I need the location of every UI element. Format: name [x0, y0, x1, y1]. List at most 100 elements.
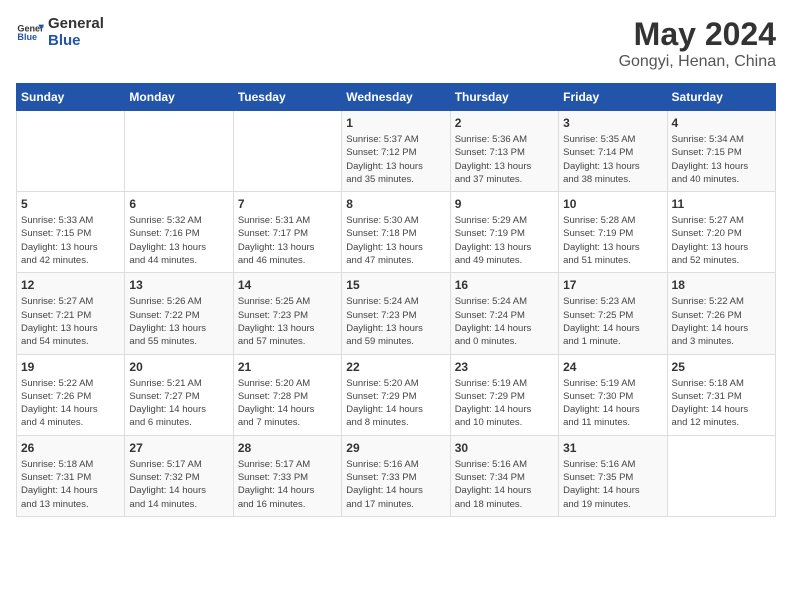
day-detail: Sunrise: 5:33 AMSunset: 7:15 PMDaylight:…: [21, 214, 120, 267]
day-cell: 4 Sunrise: 5:34 AMSunset: 7:15 PMDaylight…: [667, 111, 775, 192]
day-detail: Sunrise: 5:35 AMSunset: 7:14 PMDaylight:…: [563, 133, 662, 186]
logo-general-text: General: [48, 16, 104, 33]
day-detail: Sunrise: 5:37 AMSunset: 7:12 PMDaylight:…: [346, 133, 445, 186]
day-detail: Sunrise: 5:24 AMSunset: 7:24 PMDaylight:…: [455, 295, 554, 348]
day-number: 12: [21, 278, 120, 292]
day-number: 5: [21, 197, 120, 211]
day-cell: 29 Sunrise: 5:16 AMSunset: 7:33 PMDayligh…: [342, 435, 450, 516]
day-cell: 11Sunrise: 5:27 AMSunset: 7:20 PMDayligh…: [667, 192, 775, 273]
day-detail: Sunrise: 5:27 AMSunset: 7:21 PMDaylight:…: [21, 295, 120, 348]
day-number: 20: [129, 360, 228, 374]
day-detail: Sunrise: 5:17 AMSunset: 7:32 PMDaylight:…: [129, 458, 228, 511]
week-row-1: 1Sunrise: 5:37 AMSunset: 7:12 PMDaylight…: [17, 111, 776, 192]
day-detail: Sunrise: 5:19 AMSunset: 7:29 PMDaylight:…: [455, 377, 554, 430]
calendar-table: SundayMondayTuesdayWednesdayThursdayFrid…: [16, 83, 776, 517]
week-row-3: 12 Sunrise: 5:27 AMSunset: 7:21 PMDayligh…: [17, 273, 776, 354]
day-number: 15: [346, 278, 445, 292]
day-number: 13: [129, 278, 228, 292]
day-detail: Sunrise: 5:20 AMSunset: 7:29 PMDaylight:…: [346, 377, 445, 430]
calendar-header: SundayMondayTuesdayWednesdayThursdayFrid…: [17, 84, 776, 111]
day-number: 27: [129, 441, 228, 455]
day-cell: [17, 111, 125, 192]
day-number: 30: [455, 441, 554, 455]
day-detail: Sunrise: 5:36 AMSunset: 7:13 PMDaylight:…: [455, 133, 554, 186]
day-number: 7: [238, 197, 337, 211]
day-detail: Sunrise: 5:19 AMSunset: 7:30 PMDaylight:…: [563, 377, 662, 430]
day-detail: Sunrise: 5:34 AMSunset: 7:15 PMDaylight:…: [672, 133, 771, 186]
day-number: 8: [346, 197, 445, 211]
day-number: 28: [238, 441, 337, 455]
day-cell: 3 Sunrise: 5:35 AMSunset: 7:14 PMDaylight…: [559, 111, 667, 192]
day-cell: 16 Sunrise: 5:24 AMSunset: 7:24 PMDayligh…: [450, 273, 558, 354]
day-detail: Sunrise: 5:26 AMSunset: 7:22 PMDaylight:…: [129, 295, 228, 348]
day-cell: [233, 111, 341, 192]
day-number: 9: [455, 197, 554, 211]
day-cell: 25 Sunrise: 5:18 AMSunset: 7:31 PMDayligh…: [667, 354, 775, 435]
day-cell: [667, 435, 775, 516]
day-cell: 18Sunrise: 5:22 AMSunset: 7:26 PMDayligh…: [667, 273, 775, 354]
day-cell: 6 Sunrise: 5:32 AMSunset: 7:16 PMDaylight…: [125, 192, 233, 273]
day-cell: 30 Sunrise: 5:16 AMSunset: 7:34 PMDayligh…: [450, 435, 558, 516]
logo: General Blue General Blue: [16, 16, 104, 49]
day-cell: 23 Sunrise: 5:19 AMSunset: 7:29 PMDayligh…: [450, 354, 558, 435]
day-cell: 14 Sunrise: 5:25 AMSunset: 7:23 PMDayligh…: [233, 273, 341, 354]
day-number: 31: [563, 441, 662, 455]
day-number: 2: [455, 116, 554, 130]
day-number: 4: [672, 116, 771, 130]
day-number: 10: [563, 197, 662, 211]
day-number: 24: [563, 360, 662, 374]
day-detail: Sunrise: 5:31 AMSunset: 7:17 PMDaylight:…: [238, 214, 337, 267]
day-number: 6: [129, 197, 228, 211]
column-header-sunday: Sunday: [17, 84, 125, 111]
day-cell: 31 Sunrise: 5:16 AMSunset: 7:35 PMDayligh…: [559, 435, 667, 516]
day-detail: Sunrise: 5:17 AMSunset: 7:33 PMDaylight:…: [238, 458, 337, 511]
week-row-5: 26Sunrise: 5:18 AMSunset: 7:31 PMDayligh…: [17, 435, 776, 516]
subtitle: Gongyi, Henan, China: [619, 53, 776, 71]
column-header-monday: Monday: [125, 84, 233, 111]
day-cell: 26Sunrise: 5:18 AMSunset: 7:31 PMDayligh…: [17, 435, 125, 516]
day-number: 29: [346, 441, 445, 455]
week-row-4: 19Sunrise: 5:22 AMSunset: 7:26 PMDayligh…: [17, 354, 776, 435]
day-detail: Sunrise: 5:30 AMSunset: 7:18 PMDaylight:…: [346, 214, 445, 267]
day-detail: Sunrise: 5:28 AMSunset: 7:19 PMDaylight:…: [563, 214, 662, 267]
day-number: 25: [672, 360, 771, 374]
header-row: SundayMondayTuesdayWednesdayThursdayFrid…: [17, 84, 776, 111]
day-number: 11: [672, 197, 771, 211]
day-cell: 10 Sunrise: 5:28 AMSunset: 7:19 PMDayligh…: [559, 192, 667, 273]
day-detail: Sunrise: 5:16 AMSunset: 7:33 PMDaylight:…: [346, 458, 445, 511]
day-number: 3: [563, 116, 662, 130]
day-detail: Sunrise: 5:16 AMSunset: 7:34 PMDaylight:…: [455, 458, 554, 511]
day-cell: 1Sunrise: 5:37 AMSunset: 7:12 PMDaylight…: [342, 111, 450, 192]
day-cell: 21Sunrise: 5:20 AMSunset: 7:28 PMDayligh…: [233, 354, 341, 435]
day-detail: Sunrise: 5:16 AMSunset: 7:35 PMDaylight:…: [563, 458, 662, 511]
day-detail: Sunrise: 5:25 AMSunset: 7:23 PMDaylight:…: [238, 295, 337, 348]
column-header-saturday: Saturday: [667, 84, 775, 111]
day-cell: 27 Sunrise: 5:17 AMSunset: 7:32 PMDayligh…: [125, 435, 233, 516]
main-title: May 2024: [619, 16, 776, 53]
logo-icon: General Blue: [16, 19, 44, 47]
day-number: 16: [455, 278, 554, 292]
day-detail: Sunrise: 5:29 AMSunset: 7:19 PMDaylight:…: [455, 214, 554, 267]
logo-blue-text: Blue: [48, 33, 104, 50]
day-cell: 2 Sunrise: 5:36 AMSunset: 7:13 PMDaylight…: [450, 111, 558, 192]
day-detail: Sunrise: 5:21 AMSunset: 7:27 PMDaylight:…: [129, 377, 228, 430]
column-header-friday: Friday: [559, 84, 667, 111]
day-detail: Sunrise: 5:18 AMSunset: 7:31 PMDaylight:…: [672, 377, 771, 430]
day-cell: 24 Sunrise: 5:19 AMSunset: 7:30 PMDayligh…: [559, 354, 667, 435]
day-detail: Sunrise: 5:24 AMSunset: 7:23 PMDaylight:…: [346, 295, 445, 348]
column-header-thursday: Thursday: [450, 84, 558, 111]
day-number: 23: [455, 360, 554, 374]
day-cell: 20 Sunrise: 5:21 AMSunset: 7:27 PMDayligh…: [125, 354, 233, 435]
day-cell: 28 Sunrise: 5:17 AMSunset: 7:33 PMDayligh…: [233, 435, 341, 516]
day-number: 14: [238, 278, 337, 292]
day-number: 26: [21, 441, 120, 455]
page-header: General Blue General Blue May 2024 Gongy…: [16, 16, 776, 71]
day-cell: 12 Sunrise: 5:27 AMSunset: 7:21 PMDayligh…: [17, 273, 125, 354]
day-number: 19: [21, 360, 120, 374]
day-cell: 7 Sunrise: 5:31 AMSunset: 7:17 PMDaylight…: [233, 192, 341, 273]
day-cell: 19Sunrise: 5:22 AMSunset: 7:26 PMDayligh…: [17, 354, 125, 435]
day-cell: 13 Sunrise: 5:26 AMSunset: 7:22 PMDayligh…: [125, 273, 233, 354]
day-detail: Sunrise: 5:32 AMSunset: 7:16 PMDaylight:…: [129, 214, 228, 267]
day-cell: 8 Sunrise: 5:30 AMSunset: 7:18 PMDaylight…: [342, 192, 450, 273]
column-header-wednesday: Wednesday: [342, 84, 450, 111]
